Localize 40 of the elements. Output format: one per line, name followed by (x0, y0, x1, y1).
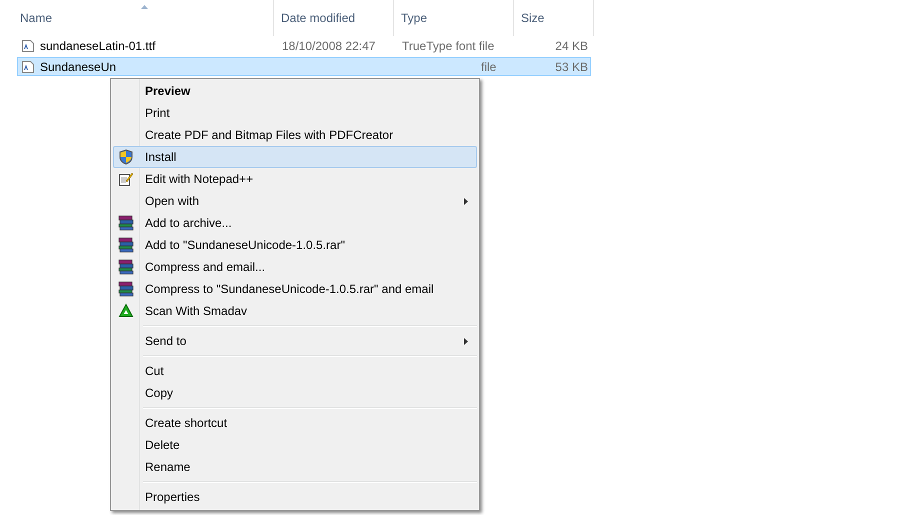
menu-item[interactable]: Compress and email... (113, 256, 477, 278)
column-header[interactable]: Date modified (281, 11, 356, 25)
books-icon (118, 215, 134, 231)
date-modified: 18/10/2008 22:47 (281, 38, 376, 52)
menu-item[interactable]: Send to (113, 330, 477, 352)
file-size: 24 KB (554, 38, 589, 52)
menu-item[interactable]: Create shortcut (113, 412, 477, 434)
menu-item[interactable]: Install (113, 146, 477, 168)
menu-item[interactable]: Print (113, 102, 477, 124)
menu-item[interactable]: Copy (113, 382, 477, 404)
font-file-icon (21, 38, 35, 52)
menu-item[interactable]: Compress to "SundaneseUnicode-1.0.5.rar" and email (113, 278, 477, 300)
menu-item[interactable]: Add to "SundaneseUnicode-1.0.5.rar" (113, 234, 477, 256)
column-header[interactable]: Type (401, 11, 428, 25)
menu-item[interactable]: Delete (113, 434, 477, 456)
file-name: sundaneseLatin-01.ttf (40, 38, 156, 52)
file-row[interactable]: SundaneseUn file 53 KB (17, 57, 591, 76)
triangle-icon (118, 303, 134, 319)
column-header[interactable]: Size (521, 11, 544, 25)
menu-item[interactable]: Scan With Smadav (113, 300, 477, 322)
menu-item[interactable]: Cut (113, 360, 477, 382)
books-icon (118, 281, 134, 297)
file-name: SundaneseUn (40, 60, 116, 74)
menu-item[interactable]: Create PDF and Bitmap Files with PDFCreator (113, 124, 477, 146)
menu-item[interactable]: Add to archive... (113, 212, 477, 234)
books-icon (118, 259, 134, 275)
file-type: TrueType font file (401, 38, 496, 52)
menu-item[interactable]: Rename (113, 456, 477, 478)
menu-item[interactable]: Preview (113, 80, 477, 102)
menu-item[interactable]: Edit with Notepad++ (113, 168, 477, 190)
file-type: file (480, 60, 498, 74)
font-file-icon (21, 60, 35, 74)
shield-icon (118, 149, 134, 165)
menu-item[interactable]: Open with (113, 190, 477, 212)
column-header[interactable]: Name (20, 11, 52, 25)
file-size: 53 KB (554, 60, 589, 74)
books-icon (118, 237, 134, 253)
menu-item[interactable]: Properties (113, 486, 477, 508)
file-row[interactable]: sundaneseLatin-01.ttf 18/10/2008 22:47 TrueType font file 24 KB (17, 36, 591, 55)
notepad-icon (118, 171, 134, 187)
